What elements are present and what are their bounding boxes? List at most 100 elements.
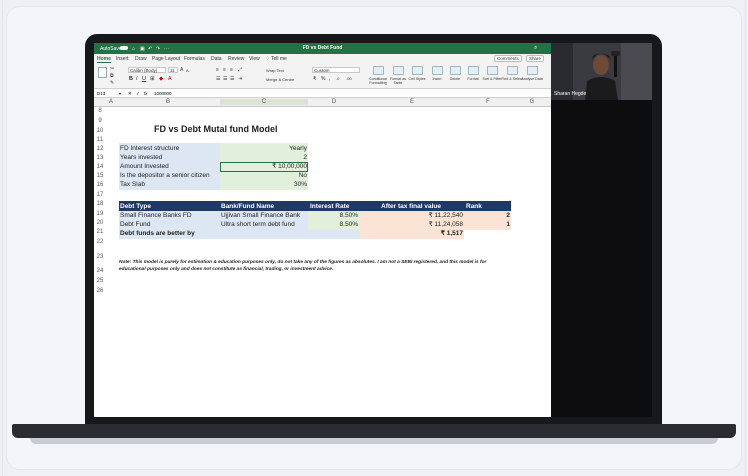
increase-decimal-icon[interactable]: .0 bbox=[336, 76, 339, 81]
row-header[interactable]: 15 bbox=[94, 172, 106, 181]
input-label: FD Interest structure bbox=[120, 145, 180, 152]
cut-icon[interactable]: ✂ bbox=[110, 66, 114, 72]
tab-data[interactable]: Data bbox=[211, 56, 222, 62]
align-center-icon[interactable]: ☰ bbox=[223, 76, 227, 82]
number-format-select[interactable]: Custom bbox=[312, 67, 360, 73]
column-header-e[interactable]: E bbox=[360, 99, 464, 105]
row-header[interactable]: 11 bbox=[94, 136, 106, 145]
font-name-select[interactable]: Calibri (Body) bbox=[128, 67, 166, 73]
row-header[interactable]: 22 bbox=[94, 238, 106, 247]
laptop-screen: AutoSave ⌂ ▣ ↶ ↷ ⋯ FD vs Debt Fund ⌕ Hom… bbox=[94, 43, 652, 417]
comma-icon[interactable]: , bbox=[329, 76, 330, 82]
row-header[interactable]: 16 bbox=[94, 181, 106, 190]
format-icon[interactable] bbox=[468, 66, 479, 75]
currency-icon[interactable]: ₹ bbox=[313, 76, 316, 82]
sort-filter-icon[interactable] bbox=[487, 66, 498, 75]
function-icon[interactable]: fx bbox=[144, 91, 148, 96]
underline-icon[interactable]: U bbox=[142, 76, 146, 82]
column-header-c[interactable]: C bbox=[220, 99, 308, 105]
row-header[interactable]: 17 bbox=[94, 191, 106, 200]
copy-icon[interactable]: ⧉ bbox=[110, 73, 114, 79]
align-left-icon[interactable]: ☰ bbox=[216, 76, 220, 82]
row-header[interactable]: 10 bbox=[94, 127, 106, 136]
row-header[interactable]: 23 bbox=[94, 253, 106, 262]
tab-view[interactable]: View bbox=[249, 56, 260, 62]
tab-draw[interactable]: Draw bbox=[135, 56, 147, 62]
font-size-select[interactable]: 11 bbox=[168, 67, 178, 73]
fill-color-icon[interactable]: ◆ bbox=[159, 76, 163, 82]
decrease-font-icon[interactable]: A bbox=[186, 68, 189, 73]
tell-me-input[interactable]: Tell me bbox=[271, 56, 287, 62]
orientation-icon[interactable]: ⤢ bbox=[238, 67, 242, 73]
row-header[interactable]: 8 bbox=[94, 107, 106, 116]
row-header[interactable]: 26 bbox=[94, 287, 106, 296]
row-header[interactable]: 25 bbox=[94, 277, 106, 286]
conditional-formatting-icon[interactable] bbox=[373, 66, 384, 75]
tab-home[interactable]: Home bbox=[97, 56, 111, 63]
row-header[interactable]: 20 bbox=[94, 219, 106, 228]
bold-icon[interactable]: B bbox=[129, 76, 133, 82]
tab-review[interactable]: Review bbox=[228, 56, 244, 62]
increase-font-icon[interactable]: A bbox=[180, 67, 183, 73]
borders-icon[interactable]: ⊞ bbox=[150, 76, 155, 82]
formula-input[interactable]: 1000000 bbox=[154, 91, 172, 96]
analyse-data-icon[interactable] bbox=[527, 66, 538, 75]
table-header-rank: Rank bbox=[466, 203, 482, 210]
title-bar: AutoSave ⌂ ▣ ↶ ↷ ⋯ FD vs Debt Fund ⌕ bbox=[94, 43, 551, 54]
table-cell-name: Ujjivan Small Finance Bank bbox=[221, 212, 301, 219]
enter-icon[interactable]: ✓ bbox=[136, 91, 140, 97]
find-select-icon[interactable] bbox=[507, 66, 518, 75]
merge-center-button[interactable]: Merge & Centre bbox=[266, 77, 294, 82]
indent-icon[interactable]: ⇥ bbox=[238, 76, 242, 82]
name-box[interactable]: D13 bbox=[97, 91, 105, 96]
row-header[interactable]: 24 bbox=[94, 267, 106, 276]
tab-page-layout[interactable]: Page Layout bbox=[152, 56, 180, 62]
format-painter-icon[interactable]: ✎ bbox=[110, 80, 114, 86]
row-header[interactable]: 19 bbox=[94, 210, 106, 219]
align-middle-icon[interactable]: ≡ bbox=[223, 67, 226, 73]
format-as-table-icon[interactable] bbox=[393, 66, 404, 75]
insert-icon[interactable] bbox=[432, 66, 443, 75]
input-value[interactable]: ₹ 10,00,000 bbox=[220, 162, 307, 171]
comments-button[interactable]: Comments bbox=[494, 55, 522, 62]
lightbulb-icon: ♢ bbox=[265, 56, 270, 62]
row-header[interactable]: 13 bbox=[94, 154, 106, 163]
search-icon[interactable]: ⌕ bbox=[534, 45, 537, 52]
input-value[interactable]: No bbox=[220, 171, 307, 180]
cell-styles-icon[interactable] bbox=[412, 66, 423, 75]
column-header-a[interactable]: A bbox=[106, 99, 116, 105]
input-value[interactable]: Yearly bbox=[220, 144, 307, 153]
input-value[interactable]: 30% bbox=[220, 180, 307, 189]
italic-icon[interactable]: I bbox=[136, 76, 138, 82]
table-cell-type: Small Finance Banks FD bbox=[120, 212, 192, 219]
row-header[interactable]: 9 bbox=[94, 117, 106, 126]
row-header[interactable]: 14 bbox=[94, 163, 106, 172]
tab-formulas[interactable]: Formulas bbox=[184, 56, 205, 62]
align-right-icon[interactable]: ☰ bbox=[230, 76, 234, 82]
column-header-g[interactable]: G bbox=[512, 99, 551, 105]
column-header-d[interactable]: D bbox=[308, 99, 360, 105]
input-value[interactable]: 2 bbox=[220, 153, 307, 162]
column-header-b[interactable]: B bbox=[116, 99, 220, 105]
percent-icon[interactable]: % bbox=[321, 76, 325, 82]
row-header[interactable]: 12 bbox=[94, 145, 106, 154]
row-header[interactable]: 18 bbox=[94, 200, 106, 209]
ribbon-group-label: Sort & Filter bbox=[482, 77, 502, 81]
decrease-decimal-icon[interactable]: .00 bbox=[346, 76, 352, 81]
name-box-dropdown-icon[interactable]: ▾ bbox=[119, 91, 121, 96]
delete-icon[interactable] bbox=[450, 66, 461, 75]
share-button[interactable]: Share bbox=[526, 55, 545, 62]
ribbon-group-label: Conditional Formatting bbox=[369, 77, 387, 85]
paste-icon[interactable] bbox=[98, 67, 107, 78]
font-color-icon[interactable]: A bbox=[168, 76, 172, 82]
align-top-icon[interactable]: ≡ bbox=[216, 67, 219, 73]
font-size-value: 11 bbox=[170, 68, 175, 73]
wrap-text-button[interactable]: Wrap Text bbox=[266, 68, 284, 73]
row-header[interactable]: 21 bbox=[94, 228, 106, 237]
tab-insert[interactable]: Insert bbox=[116, 56, 129, 62]
table-cell-rate: 8.50% bbox=[339, 212, 358, 219]
column-header-f[interactable]: F bbox=[464, 99, 512, 105]
cancel-icon[interactable]: ✕ bbox=[128, 91, 132, 97]
font-name-value: Calibri (Body) bbox=[130, 68, 158, 73]
align-bottom-icon[interactable]: ≡ bbox=[230, 67, 233, 73]
